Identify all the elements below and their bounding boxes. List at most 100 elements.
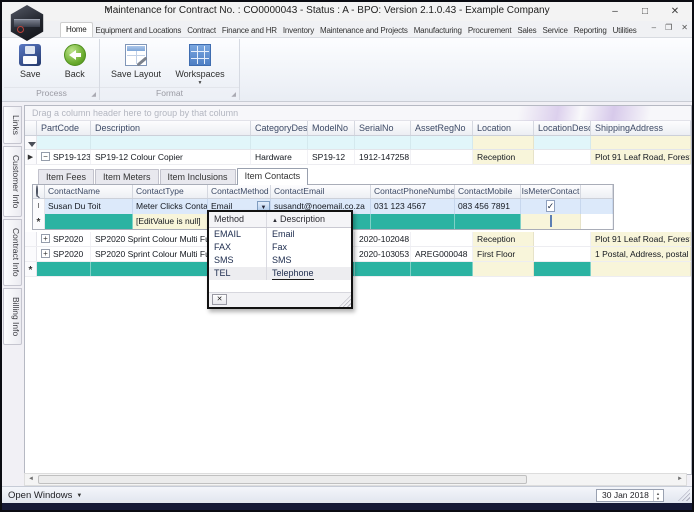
tab-finance-and-hr[interactable]: Finance and HR <box>219 23 280 37</box>
sidebar-item-links[interactable]: Links <box>3 106 22 144</box>
filter-cell-categorydesc[interactable] <box>251 136 308 149</box>
cell-modelno[interactable]: SP19-12 <box>308 150 355 164</box>
column-header-locationdesc[interactable]: LocationDesc <box>534 121 591 135</box>
cell-description[interactable]: SP19-12 Colour Copier <box>91 150 251 164</box>
minimize-button[interactable]: – <box>600 2 630 21</box>
column-header-serialno[interactable]: SerialNo <box>355 121 411 135</box>
column-header-shippingaddress[interactable]: ShippingAddress <box>591 121 691 135</box>
cell-shippingaddress[interactable]: 1 Postal, Address, postal 3, po... <box>591 247 691 261</box>
tab-procurement[interactable]: Procurement <box>465 23 515 37</box>
filter-cell-modelno[interactable] <box>308 136 355 149</box>
cell-contactphonenumber[interactable]: 031 123 4567 <box>371 199 455 214</box>
scrollbar-thumb[interactable] <box>38 475 528 484</box>
cell-shippingaddress[interactable]: Plot 91 Leaf Road, Forest Hills,... <box>591 150 691 164</box>
window-resize-grip[interactable] <box>678 489 690 501</box>
sidebar-item-customer-info[interactable]: Customer Info <box>3 145 22 218</box>
filter-cell-shippingaddress[interactable] <box>591 136 691 149</box>
tab-reporting[interactable]: Reporting <box>571 23 610 37</box>
scroll-right-arrow[interactable]: ► <box>674 474 686 485</box>
tab-utilities[interactable]: Utilities <box>610 23 640 37</box>
save-button[interactable]: Save <box>8 42 53 79</box>
cell-locationdesc[interactable] <box>534 247 591 261</box>
cell-assetregno[interactable] <box>411 232 473 246</box>
filter-cell-partcode[interactable] <box>37 136 91 149</box>
cell-categorydesc[interactable]: Hardware <box>251 150 308 164</box>
save-layout-button[interactable]: Save Layout <box>104 42 168 86</box>
date-spinner[interactable]: ▲ ▼ <box>653 490 662 501</box>
column-header-contactphonenumber[interactable]: ContactPhoneNumber <box>371 185 455 198</box>
mdi-restore-button[interactable]: ❐ <box>665 23 672 32</box>
sidebar-item-billing-info[interactable]: Billing Info <box>3 287 22 346</box>
cell-location[interactable]: First Floor <box>473 247 534 261</box>
horizontal-scrollbar[interactable]: ◄ ► <box>24 473 687 486</box>
cell-serialno[interactable]: 2020-102048 <box>355 232 411 246</box>
filter-cell-serialno[interactable] <box>355 136 411 149</box>
column-header-contacttype[interactable]: ContactType <box>133 185 208 198</box>
dropdown-option-sms[interactable]: SMS SMS <box>209 254 351 267</box>
cell-assetregno[interactable] <box>411 150 473 164</box>
filter-cell-assetregno[interactable] <box>411 136 473 149</box>
cell-partcode[interactable]: + SP2020 <box>37 247 91 261</box>
column-header-contactmethod[interactable]: ContactMethod <box>208 185 271 198</box>
filter-cell-locationdesc[interactable] <box>534 136 591 149</box>
tab-sales[interactable]: Sales <box>514 23 539 37</box>
cell-contactname[interactable]: Susan Du Toit <box>45 199 133 214</box>
clear-filter-button[interactable]: ✕ <box>212 294 227 305</box>
column-header-description[interactable]: Description <box>91 121 251 135</box>
cell-location[interactable]: Reception <box>473 232 534 246</box>
cell-locationdesc[interactable] <box>534 150 591 164</box>
tab-item-fees[interactable]: Item Fees <box>38 169 95 184</box>
mdi-minimize-button[interactable]: – <box>652 23 656 32</box>
newcell-location[interactable] <box>473 262 534 276</box>
newcell-contactmobile[interactable] <box>455 214 521 229</box>
cell-contacttype[interactable]: Meter Clicks Contact <box>133 199 208 214</box>
dropdown-option-email[interactable]: EMAIL Email <box>209 228 351 241</box>
close-button[interactable]: ✕ <box>660 2 690 21</box>
column-header-contactname[interactable]: ContactName <box>45 185 133 198</box>
newcell-assetregno[interactable] <box>411 262 473 276</box>
tab-item-contacts[interactable]: Item Contacts <box>236 168 309 185</box>
collapse-row-button[interactable]: − <box>41 152 50 161</box>
group-by-panel[interactable]: Drag a column header here to group by th… <box>25 106 691 121</box>
tab-contract[interactable]: Contract <box>184 23 219 37</box>
dropdown-option-fax[interactable]: FAX Fax <box>209 241 351 254</box>
mdi-close-button[interactable]: ✕ <box>681 23 688 32</box>
spin-down-icon[interactable]: ▼ <box>656 496 660 501</box>
sidebar-item-contract-info[interactable]: Contract Info <box>3 219 22 286</box>
date-field[interactable]: 30 Jan 2018 ▲ ▼ <box>596 489 664 502</box>
checkbox-indeterminate[interactable] <box>549 215 552 227</box>
dropdown-column-description[interactable]: ▲ Description <box>267 212 351 227</box>
newcell-locationdesc[interactable] <box>534 262 591 276</box>
newcell-partcode[interactable] <box>37 262 91 276</box>
tab-item-meters[interactable]: Item Meters <box>95 169 159 184</box>
cell-ismetercontact[interactable]: ✓ <box>521 199 581 214</box>
cell-serialno[interactable]: 2020-103053 <box>355 247 411 261</box>
cell-locationdesc[interactable] <box>534 232 591 246</box>
tab-manufacturing[interactable]: Manufacturing <box>411 23 465 37</box>
filter-cell-description[interactable] <box>91 136 251 149</box>
newcell-ismetercontact[interactable] <box>521 214 581 229</box>
table-row[interactable]: ▶ −SP19-123456 SP19-12 Colour Copier Har… <box>25 150 691 165</box>
column-header-contactmobile[interactable]: ContactMobile <box>455 185 521 198</box>
cell-contactmobile[interactable]: 083 456 7891 <box>455 199 521 214</box>
column-header-partcode[interactable]: PartCode <box>37 121 91 135</box>
cell-partcode[interactable]: + SP2020 <box>37 232 91 246</box>
back-button[interactable]: Back <box>53 42 98 79</box>
newcell-contactphonenumber[interactable] <box>371 214 455 229</box>
table-row[interactable]: + SP2020 SP2020 Sprint Colour Multi Funct… <box>25 232 691 247</box>
tab-equipment-and-locations[interactable]: Equipment and Locations <box>93 23 185 37</box>
tab-inventory[interactable]: Inventory <box>280 23 317 37</box>
newcell-contacttype[interactable]: [EditValue is null] <box>133 214 208 229</box>
column-header-assetregno[interactable]: AssetRegNo <box>411 121 473 135</box>
filter-cell-location[interactable] <box>473 136 534 149</box>
tab-service[interactable]: Service <box>539 23 570 37</box>
tab-maintenance-and-projects[interactable]: Maintenance and Projects <box>317 23 411 37</box>
table-row[interactable]: + SP2020 SP2020 Sprint Colour Multi Funct… <box>25 247 691 262</box>
checkbox-checked[interactable]: ✓ <box>545 200 556 212</box>
cell-serialno[interactable]: 1912-147258 <box>355 150 411 164</box>
dropdown-column-method[interactable]: Method <box>209 212 267 227</box>
expand-row-button[interactable]: + <box>41 234 50 243</box>
tab-home[interactable]: Home <box>60 22 93 37</box>
newcell-contactname[interactable] <box>45 214 133 229</box>
newcell-serialno[interactable] <box>355 262 411 276</box>
